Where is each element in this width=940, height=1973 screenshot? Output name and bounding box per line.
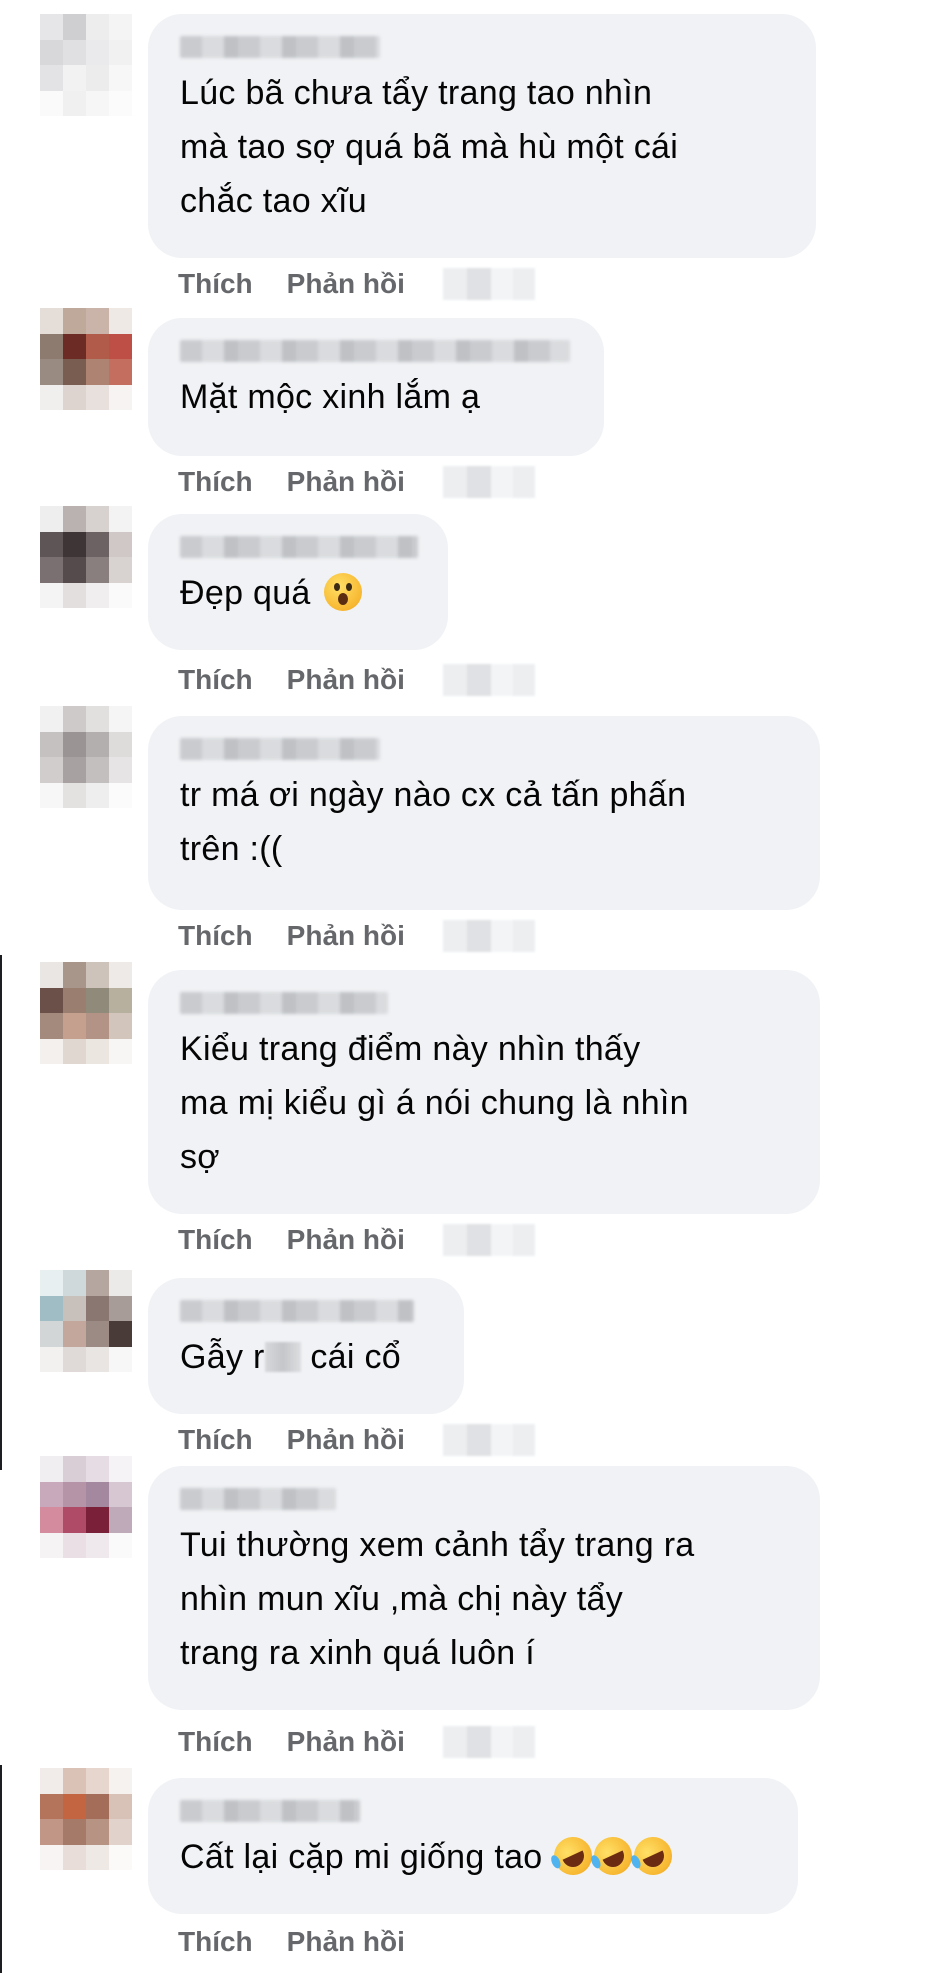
avatar[interactable] bbox=[40, 706, 132, 808]
reply-button[interactable]: Phản hồi bbox=[287, 664, 405, 696]
avatar[interactable] bbox=[40, 962, 132, 1064]
comment-actions: Thích Phản hồi bbox=[178, 1420, 535, 1460]
timestamp-redacted[interactable] bbox=[442, 1424, 535, 1456]
comment-bubble: tr má ơi ngày nào cx cả tấn phấn trên :(… bbox=[148, 716, 820, 910]
reply-button[interactable]: Phản hồi bbox=[287, 1726, 405, 1758]
timestamp-redacted[interactable] bbox=[442, 268, 535, 300]
comment-text-part: Gẫy r bbox=[180, 1338, 265, 1376]
comment-text: Lúc bã chưa tẩy trang tao nhìn mà tao sợ… bbox=[180, 74, 679, 220]
comment-author-redacted[interactable] bbox=[180, 736, 790, 762]
comment-actions: Thích Phản hồi bbox=[178, 1922, 405, 1962]
thread-divider bbox=[0, 955, 2, 1470]
reply-button[interactable]: Phản hồi bbox=[287, 1224, 405, 1256]
avatar[interactable] bbox=[40, 506, 132, 608]
rolling-on-floor-laughing-icon bbox=[628, 1830, 679, 1882]
astonished-face-icon bbox=[324, 573, 363, 611]
comment-bubble: Gẫy r cái cổ bbox=[148, 1278, 464, 1414]
comment-bubble: Mặt mộc xinh lắm ạ bbox=[148, 318, 604, 456]
like-button[interactable]: Thích bbox=[178, 1926, 253, 1958]
timestamp-redacted[interactable] bbox=[442, 1224, 535, 1256]
comment-bubble: Lúc bã chưa tẩy trang tao nhìn mà tao sợ… bbox=[148, 14, 816, 258]
like-button[interactable]: Thích bbox=[178, 920, 253, 952]
like-button[interactable]: Thích bbox=[178, 1424, 253, 1456]
avatar[interactable] bbox=[40, 14, 132, 116]
timestamp-redacted[interactable] bbox=[442, 1726, 535, 1758]
comment-author-redacted[interactable] bbox=[180, 1798, 768, 1824]
thread-divider bbox=[0, 1765, 2, 1973]
comment-text: Đẹp quá bbox=[180, 566, 418, 620]
comment-actions: Thích Phản hồi bbox=[178, 916, 535, 956]
comment-text: Tui thường xem cảnh tẩy trang ra nhìn mu… bbox=[180, 1526, 695, 1672]
reply-button[interactable]: Phản hồi bbox=[287, 920, 405, 952]
comment-actions: Thích Phản hồi bbox=[178, 462, 535, 502]
like-button[interactable]: Thích bbox=[178, 1726, 253, 1758]
comment-text: Mặt mộc xinh lắm ạ bbox=[180, 378, 481, 416]
comment-actions: Thích Phản hồi bbox=[178, 264, 535, 304]
comment-text: Kiểu trang điểm này nhìn thấy ma mị kiểu… bbox=[180, 1030, 689, 1176]
comment-actions: Thích Phản hồi bbox=[178, 660, 535, 700]
like-button[interactable]: Thích bbox=[178, 268, 253, 300]
comment-author-redacted[interactable] bbox=[180, 990, 790, 1016]
reply-button[interactable]: Phản hồi bbox=[287, 1424, 405, 1456]
comment-bubble: Đẹp quá bbox=[148, 514, 448, 650]
comment-author-redacted[interactable] bbox=[180, 1486, 790, 1512]
comment-author-redacted[interactable] bbox=[180, 338, 574, 364]
comment-text: tr má ơi ngày nào cx cả tấn phấn trên :(… bbox=[180, 776, 687, 868]
timestamp-redacted[interactable] bbox=[442, 920, 535, 952]
comment-bubble: Kiểu trang điểm này nhìn thấy ma mị kiểu… bbox=[148, 970, 820, 1214]
comment-actions: Thích Phản hồi bbox=[178, 1220, 535, 1260]
like-button[interactable]: Thích bbox=[178, 1224, 253, 1256]
reply-button[interactable]: Phản hồi bbox=[287, 268, 405, 300]
timestamp-redacted[interactable] bbox=[442, 466, 535, 498]
avatar[interactable] bbox=[40, 1456, 132, 1558]
avatar[interactable] bbox=[40, 1768, 132, 1870]
like-button[interactable]: Thích bbox=[178, 466, 253, 498]
comment-author-redacted[interactable] bbox=[180, 1298, 434, 1324]
like-button[interactable]: Thích bbox=[178, 664, 253, 696]
comment-bubble: Cất lại cặp mi giống tao bbox=[148, 1778, 798, 1914]
redacted-word bbox=[264, 1342, 301, 1372]
comment-text-part: Cất lại cặp mi giống tao bbox=[180, 1838, 543, 1876]
avatar[interactable] bbox=[40, 1270, 132, 1372]
comment-actions: Thích Phản hồi bbox=[178, 1722, 535, 1762]
comment-text-part: Đẹp quá bbox=[180, 574, 311, 612]
timestamp-redacted[interactable] bbox=[442, 664, 535, 696]
reply-button[interactable]: Phản hồi bbox=[287, 466, 405, 498]
comment-author-redacted[interactable] bbox=[180, 534, 418, 560]
comment-text: Gẫy r cái cổ bbox=[180, 1330, 434, 1384]
avatar[interactable] bbox=[40, 308, 132, 410]
reply-button[interactable]: Phản hồi bbox=[287, 1926, 405, 1958]
comment-author-redacted[interactable] bbox=[180, 34, 786, 60]
comment-text-part: cái cổ bbox=[310, 1338, 401, 1376]
comment-text: Cất lại cặp mi giống tao bbox=[180, 1830, 768, 1884]
comment-bubble: Tui thường xem cảnh tẩy trang ra nhìn mu… bbox=[148, 1466, 820, 1710]
